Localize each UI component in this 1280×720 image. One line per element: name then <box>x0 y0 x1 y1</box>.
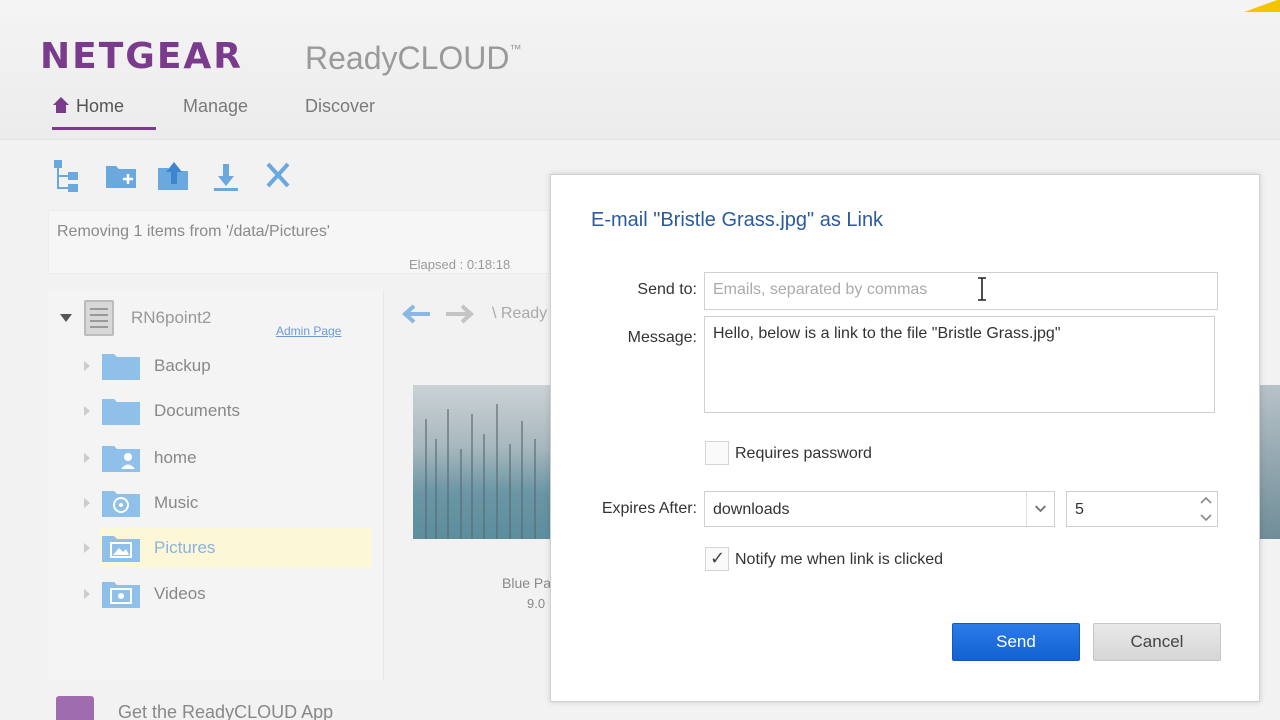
thumbnail-name: Blue Pa <box>502 575 550 591</box>
message-label: Message: <box>627 329 697 346</box>
send-to-input[interactable]: Emails, separated by commas <box>704 272 1218 310</box>
expand-arrow-icon[interactable] <box>84 361 90 371</box>
product-label: ReadyCLOUD <box>305 40 510 76</box>
music-folder-icon <box>102 491 140 517</box>
expires-count-stepper[interactable]: 5 <box>1066 491 1218 527</box>
nav-home-label: Home <box>76 96 125 116</box>
app-folder-icon <box>56 696 94 720</box>
nas-device-icon <box>84 300 114 336</box>
tree-icon[interactable] <box>52 158 88 194</box>
admin-page-link[interactable]: Admin Page <box>276 324 341 338</box>
home-icon <box>53 97 69 113</box>
thumbnail-size: 9.0 <box>527 596 546 611</box>
image-thumbnail[interactable] <box>413 385 550 539</box>
tree-item-label: Pictures <box>154 538 216 557</box>
delete-icon[interactable] <box>260 158 296 194</box>
file-toolbar <box>52 158 312 198</box>
app-header: NETGEAR ReadyCLOUD™ Home Manage Discover <box>0 0 1280 140</box>
stepper-down-icon[interactable] <box>1195 509 1217 526</box>
nav-home[interactable]: Home <box>52 92 156 130</box>
expand-arrow-icon[interactable] <box>84 543 90 553</box>
back-arrow-icon[interactable] <box>400 302 432 326</box>
netgear-logo: NETGEAR <box>40 36 243 77</box>
notify-checkbox[interactable] <box>705 547 729 571</box>
corner-accent <box>1240 0 1280 12</box>
expand-arrow-icon[interactable] <box>84 406 90 416</box>
forward-arrow-icon[interactable] <box>444 302 476 326</box>
notify-label: Notify me when link is clicked <box>735 551 944 568</box>
pictures-folder-icon <box>102 536 140 562</box>
get-app-label: Get the ReadyCLOUD App <box>118 702 334 720</box>
tree-item-label: Videos <box>154 584 206 603</box>
operation-status: Removing 1 items from '/data/Pictures' E… <box>48 210 550 274</box>
send-to-label: Send to: <box>637 281 697 298</box>
tree-item-backup[interactable]: Backup <box>78 346 378 386</box>
tree-item-label: home <box>154 448 197 467</box>
trademark: ™ <box>509 42 522 56</box>
get-app-promo[interactable]: Get the ReadyCLOUD App <box>48 690 378 720</box>
image-thumbnail-partial[interactable] <box>1260 385 1280 539</box>
tree-item-home[interactable]: home <box>78 438 378 478</box>
text-cursor-icon <box>978 277 986 301</box>
folder-icon <box>102 399 140 425</box>
tree-item-label: Backup <box>154 356 211 375</box>
expand-arrow-icon[interactable] <box>84 589 90 599</box>
chevron-down-icon[interactable] <box>1026 492 1054 526</box>
tree-item-label: Documents <box>154 401 240 420</box>
requires-password-label: Requires password <box>735 445 872 462</box>
cancel-button[interactable]: Cancel <box>1093 623 1221 661</box>
message-textarea[interactable]: Hello, below is a link to the file "Bris… <box>704 316 1215 413</box>
videos-folder-icon <box>102 582 140 608</box>
collapse-arrow-icon[interactable] <box>60 314 72 322</box>
nav-discover[interactable]: Discover <box>305 92 375 130</box>
expires-type-value: downloads <box>713 501 790 518</box>
upload-icon[interactable] <box>156 158 192 194</box>
tree-item-pictures[interactable]: Pictures <box>84 528 372 568</box>
download-icon[interactable] <box>208 158 244 194</box>
tree-item-music[interactable]: Music <box>78 483 378 523</box>
folder-icon <box>102 354 140 380</box>
tree-item-videos[interactable]: Videos <box>78 574 378 614</box>
expires-after-label: Expires After: <box>601 500 697 517</box>
tree-root-device[interactable]: RN6point2 Admin Page <box>58 300 378 340</box>
expires-count-value: 5 <box>1075 501 1084 518</box>
send-button[interactable]: Send <box>952 623 1080 661</box>
device-name: RN6point2 <box>131 308 212 327</box>
user-folder-icon <box>102 446 140 472</box>
elapsed-time: Elapsed : 0:18:18 <box>409 257 511 272</box>
new-folder-icon[interactable] <box>104 158 140 194</box>
breadcrumb: \ Ready <box>492 305 548 322</box>
tree-item-documents[interactable]: Documents <box>78 391 378 431</box>
email-link-dialog: E-mail "Bristle Grass.jpg" as Link Send … <box>550 174 1260 702</box>
expires-type-select[interactable]: downloads <box>704 491 1055 527</box>
requires-password-checkbox[interactable] <box>705 441 729 465</box>
folder-tree: RN6point2 Admin Page Backup Documents ho… <box>48 290 384 680</box>
dialog-title: E-mail "Bristle Grass.jpg" as Link <box>591 209 884 231</box>
status-message: Removing 1 items from '/data/Pictures' <box>57 223 330 240</box>
nav-manage[interactable]: Manage <box>183 92 248 130</box>
product-name: ReadyCLOUD™ <box>305 40 522 77</box>
stepper-up-icon[interactable] <box>1195 492 1217 509</box>
expand-arrow-icon[interactable] <box>84 498 90 508</box>
tree-item-label: Music <box>154 493 199 512</box>
expand-arrow-icon[interactable] <box>84 453 90 463</box>
